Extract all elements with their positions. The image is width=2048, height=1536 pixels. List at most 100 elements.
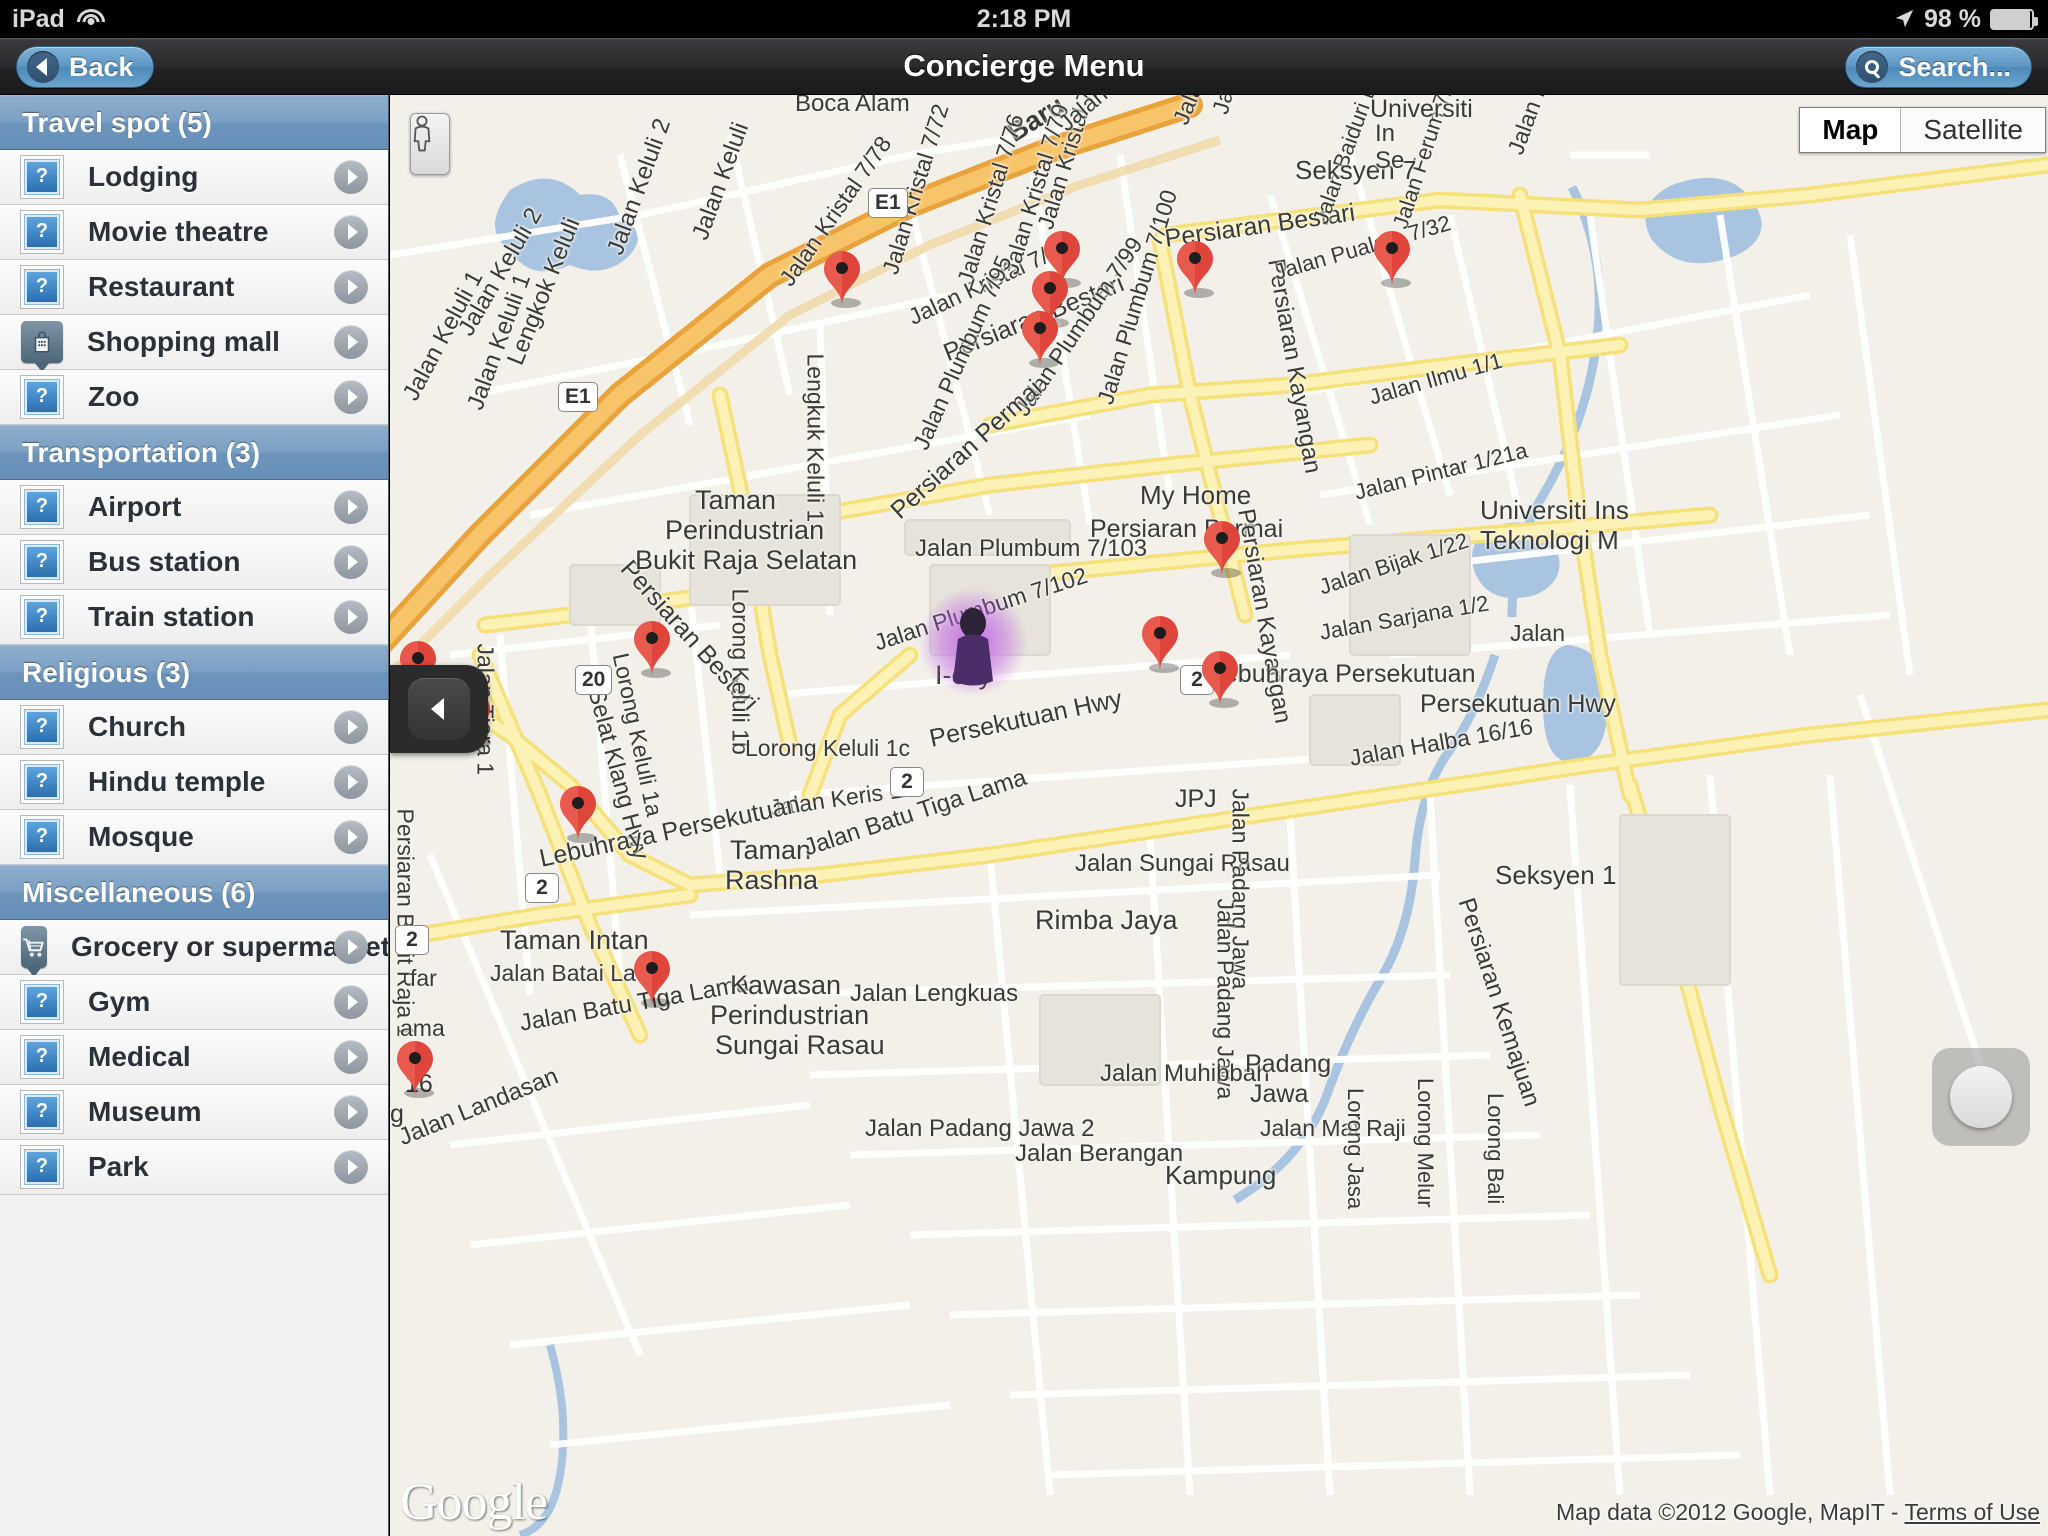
sidebar-item-airport[interactable]: Airport — [0, 480, 388, 535]
map-road-label: Jalan Plumbum 7/103 — [915, 535, 1148, 562]
chevron-right-disclosure-icon[interactable] — [334, 985, 368, 1019]
route-shield: 20 — [575, 665, 613, 695]
sidebar-item-restaurant[interactable]: Restaurant — [0, 260, 388, 315]
map-road-label: far — [410, 965, 437, 991]
map-marker-pin[interactable] — [1200, 519, 1244, 578]
map-marker-pin[interactable] — [630, 949, 674, 1008]
map-road-label: Kampung — [1165, 1160, 1277, 1190]
sidebar-section-header: Travel spot (5) — [0, 95, 388, 150]
map-road-label: Universiti Ins — [1480, 495, 1629, 525]
status-bar-right: 98 % — [1893, 4, 2038, 34]
question-placeholder-icon — [20, 375, 64, 419]
chevron-right-disclosure-icon[interactable] — [334, 545, 368, 579]
map-road-label: Jalan Lengkuas — [850, 980, 1019, 1007]
map-road-label: Padang — [1245, 1050, 1332, 1078]
chevron-right-disclosure-icon[interactable] — [334, 1040, 368, 1074]
sidebar-item-label: Museum — [88, 1096, 202, 1127]
question-placeholder-icon — [20, 210, 64, 254]
chevron-right-disclosure-icon[interactable] — [334, 270, 368, 304]
map-marker-pin[interactable] — [1138, 614, 1182, 673]
search-button[interactable]: Search... — [1845, 46, 2032, 88]
question-placeholder-icon — [20, 980, 64, 1024]
chevron-right-disclosure-icon[interactable] — [334, 380, 368, 414]
question-placeholder-icon — [20, 760, 64, 804]
ios-status-bar: iPad 2:18 PM 98 % — [0, 0, 2048, 38]
chevron-right-disclosure-icon[interactable] — [334, 325, 368, 359]
sidebar-item-park[interactable]: Park — [0, 1140, 388, 1195]
sidebar-item-medical[interactable]: Medical — [0, 1030, 388, 1085]
map-marker-pin[interactable] — [1198, 649, 1242, 708]
sidebar-item-church[interactable]: Church — [0, 700, 388, 755]
sidebar-item-label: Restaurant — [88, 271, 235, 302]
chevron-right-disclosure-icon[interactable] — [334, 765, 368, 799]
chevron-right-disclosure-icon[interactable] — [334, 490, 368, 524]
map-road-label: Jalan — [1510, 620, 1565, 646]
sidebar-item-train-station[interactable]: Train station — [0, 590, 388, 645]
map-road-label: Jalan Mat Raji — [1260, 1115, 1406, 1141]
map-road-label: Lengkuk Keluli 1 — [802, 353, 829, 523]
chevron-right-disclosure-icon[interactable] — [334, 215, 368, 249]
sidebar-item-bus-station[interactable]: Bus station — [0, 535, 388, 590]
sidebar-item-label: Park — [88, 1151, 149, 1182]
location-arrow-icon — [1895, 9, 1914, 28]
map-road-label: Rimba Jaya — [1035, 905, 1178, 935]
map-road-label: Teknologi M — [1480, 525, 1619, 555]
map-road-label: Lorong Bali — [1483, 1093, 1508, 1205]
map-attribution: Map data ©2012 Google, MapIT - Terms of … — [1556, 1499, 2040, 1526]
joystick-knob[interactable] — [1950, 1066, 2012, 1128]
map-marker-pin[interactable] — [630, 619, 674, 678]
map-road-label: Lorong Jasa — [1343, 1088, 1368, 1210]
navigation-bar: Back Concierge Menu Search... — [0, 38, 2048, 95]
pan-joystick-icon[interactable] — [1932, 1048, 2030, 1146]
sidebar-item-label: Bus station — [88, 546, 241, 577]
map-road-label: Lorong Keluli 1b — [727, 588, 754, 755]
sidebar-item-movie-theatre[interactable]: Movie theatre — [0, 205, 388, 260]
map-view[interactable]: Baru Jalan Keluli 2 Jalan Keluli Jalan Kelu… — [390, 95, 2048, 1536]
map-marker-pin[interactable] — [393, 1039, 437, 1098]
map-road-label: Jawa — [1250, 1080, 1309, 1108]
user-location-pin — [918, 587, 1028, 697]
map-type-satellite-option[interactable]: Satellite — [1901, 108, 2045, 152]
battery-percent-label: 98 % — [1924, 4, 1981, 33]
map-road-label: Sungai Rasau — [715, 1030, 885, 1060]
sidebar-item-grocery-or-supermarket[interactable]: Grocery or supermarket — [0, 920, 388, 975]
google-logo: Google — [400, 1474, 548, 1531]
chevron-right-disclosure-icon[interactable] — [334, 1150, 368, 1184]
sidebar-item-zoo[interactable]: Zoo — [0, 370, 388, 425]
chevron-right-disclosure-icon[interactable] — [334, 710, 368, 744]
chevron-right-disclosure-icon[interactable] — [334, 1095, 368, 1129]
map-road-label: Lorong Melur — [1413, 1078, 1438, 1208]
sidebar-item-shopping-mall[interactable]: Shopping mall — [0, 315, 388, 370]
chevron-right-disclosure-icon[interactable] — [334, 930, 368, 964]
map-marker-pin[interactable] — [1370, 229, 1414, 288]
sidebar-item-mosque[interactable]: Mosque — [0, 810, 388, 865]
street-view-pegman-icon[interactable] — [410, 113, 450, 175]
sidebar-item-label: Mosque — [88, 821, 194, 852]
map-marker-pin[interactable] — [556, 784, 600, 843]
sidebar-item-lodging[interactable]: Lodging — [0, 150, 388, 205]
search-button-label: Search... — [1898, 51, 2011, 82]
chevron-right-disclosure-icon[interactable] — [334, 160, 368, 194]
map-type-toggle[interactable]: Map Satellite — [1799, 107, 2046, 153]
terms-of-use-link[interactable]: Terms of Use — [1905, 1499, 2040, 1525]
chevron-right-disclosure-icon[interactable] — [334, 600, 368, 634]
map-road-label: Lorong Keluli 1c — [745, 735, 910, 761]
map-marker-pin[interactable] — [1173, 239, 1217, 298]
sidebar-item-museum[interactable]: Museum — [0, 1085, 388, 1140]
map-type-map-option[interactable]: Map — [1800, 108, 1902, 152]
question-placeholder-icon — [20, 540, 64, 584]
sidebar-collapse-button[interactable] — [390, 665, 488, 753]
sidebar-item-label: Lodging — [88, 161, 199, 192]
sidebar-item-hindu-temple[interactable]: Hindu temple — [0, 755, 388, 810]
sidebar-item-label: Church — [88, 711, 186, 742]
question-placeholder-icon — [20, 265, 64, 309]
map-road-label: Bukit Raja Selatan — [635, 545, 858, 575]
sidebar-item-label: Train station — [88, 601, 255, 632]
sidebar-item-gym[interactable]: Gym — [0, 975, 388, 1030]
chevron-right-disclosure-icon[interactable] — [334, 820, 368, 854]
map-marker-pin[interactable] — [1018, 309, 1062, 368]
map-marker-pin[interactable] — [820, 249, 864, 308]
sidebar-item-label: Airport — [88, 491, 182, 522]
route-shield: 2 — [890, 767, 924, 797]
category-sidebar[interactable]: Travel spot (5) Lodging Movie theatre Resta… — [0, 95, 389, 1536]
